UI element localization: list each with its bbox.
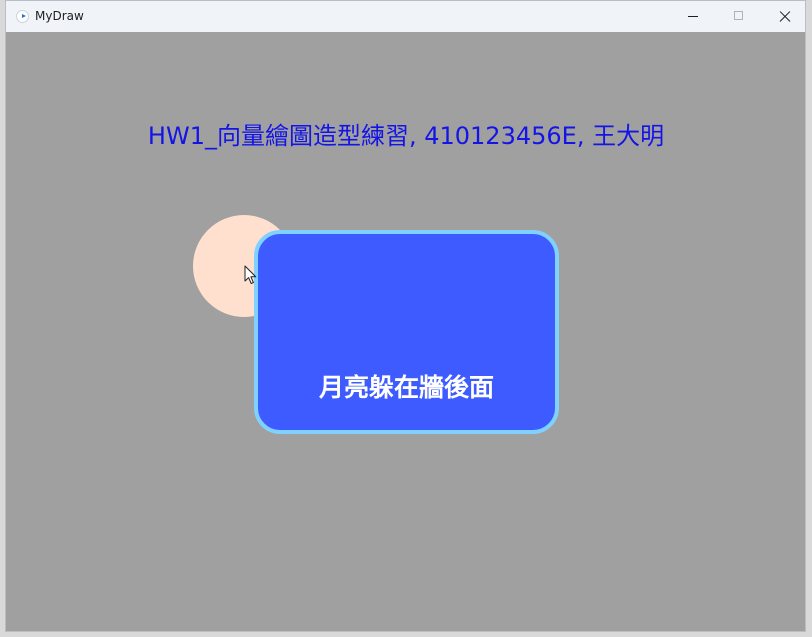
mouse-pointer-icon: [244, 265, 257, 284]
wall-rounded-rectangle: 月亮躲在牆後面: [254, 230, 559, 434]
minimize-button[interactable]: [670, 1, 716, 32]
app-window: MyDraw HW1_向量繪圖造型練習, 410123456E, 王大明 月亮躲…: [5, 0, 806, 632]
app-icon: [16, 10, 29, 23]
window-title: MyDraw: [35, 9, 84, 23]
wall-label: 月亮躲在牆後面: [318, 373, 494, 402]
maximize-button[interactable]: [716, 1, 762, 32]
drawing-canvas[interactable]: HW1_向量繪圖造型練習, 410123456E, 王大明 月亮躲在牆後面: [6, 32, 805, 631]
title-bar[interactable]: MyDraw: [6, 1, 805, 32]
close-button[interactable]: [762, 1, 805, 32]
canvas-heading: HW1_向量繪圖造型練習, 410123456E, 王大明: [147, 122, 665, 150]
